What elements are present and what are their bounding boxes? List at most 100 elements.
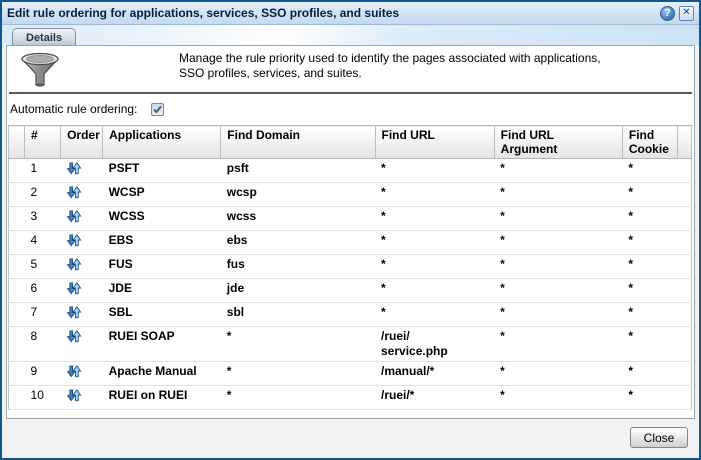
- automatic-rule-ordering-row: Automatic rule ordering:: [7, 94, 694, 124]
- rule-order-cell: [60, 302, 103, 327]
- rule-application: Apache Manual: [102, 361, 221, 386]
- tab-details[interactable]: Details: [12, 28, 77, 45]
- rule-application: SBL: [102, 302, 221, 327]
- column-header: Find URL Argument: [494, 125, 623, 159]
- rule-find-url-argument: *: [494, 326, 623, 362]
- table-row: 5 FUS fus * * *: [8, 254, 692, 279]
- reorder-up-down-icon[interactable]: [66, 329, 82, 344]
- row-edge-cell: [677, 158, 692, 183]
- rules-table: # Order Applications Find Domain Find URL Fin…: [8, 125, 693, 410]
- rule-number: 10: [24, 385, 61, 410]
- row-edge-cell: [677, 361, 692, 386]
- rule-number: 9: [24, 361, 61, 386]
- rule-order-cell: [60, 158, 103, 183]
- rule-application: WCSP: [102, 182, 221, 207]
- rule-find-url-argument: *: [494, 206, 623, 231]
- table-row: 10 RUEI on RUEI */ruei/* * *: [8, 385, 692, 410]
- row-edge-cell: [677, 182, 692, 207]
- rule-order-cell: [60, 182, 103, 207]
- rule-find-url: *: [375, 302, 495, 327]
- rule-number: 5: [24, 254, 61, 279]
- rule-find-cookie: *: [622, 254, 678, 279]
- funnel-icon: [19, 50, 61, 95]
- rule-find-domain: *: [220, 326, 375, 362]
- column-header: Find Cookie: [622, 125, 678, 159]
- rule-find-domain: *: [220, 385, 375, 410]
- rule-find-url: *: [375, 230, 495, 255]
- automatic-rule-ordering-label: Automatic rule ordering:: [10, 102, 138, 116]
- help-icon[interactable]: ?: [660, 5, 675, 21]
- table-row: 7 SBL sbl * * *: [8, 302, 692, 327]
- header-edge-cell: [677, 125, 693, 159]
- rule-find-url-argument: *: [494, 230, 623, 255]
- rule-order-cell: [60, 278, 103, 303]
- column-header: Order: [60, 125, 104, 159]
- reorder-up-down-icon[interactable]: [66, 257, 82, 272]
- row-edge-cell: [8, 302, 25, 327]
- close-button[interactable]: Close: [630, 427, 688, 448]
- rule-find-cookie: *: [622, 206, 678, 231]
- rule-find-domain: wcss: [220, 206, 375, 231]
- rule-find-domain: sbl: [220, 302, 375, 327]
- rule-application: WCSS: [102, 206, 221, 231]
- dialog-titlebar: Edit rule ordering for applications, ser…: [2, 2, 699, 25]
- rule-find-cookie: *: [622, 361, 678, 386]
- rule-number: 3: [24, 206, 61, 231]
- rule-number: 4: [24, 230, 61, 255]
- rule-find-url: *: [375, 254, 495, 279]
- rule-number: 1: [24, 158, 61, 183]
- row-edge-cell: [677, 206, 692, 231]
- row-edge-cell: [8, 278, 25, 303]
- details-panel: Manage the rule priority used to identif…: [6, 45, 695, 419]
- rule-number: 2: [24, 182, 61, 207]
- rule-application: RUEI SOAP: [102, 326, 221, 362]
- rule-find-url: /manual/*: [375, 361, 495, 386]
- rule-find-domain: fus: [220, 254, 375, 279]
- row-edge-cell: [677, 230, 692, 255]
- table-header-row: # Order Applications Find Domain Find URL Fin…: [8, 125, 693, 159]
- rule-find-cookie: *: [622, 158, 678, 183]
- rule-find-domain: *: [220, 361, 375, 386]
- rule-find-url: /ruei/ service.php: [375, 326, 495, 362]
- table-row: 1 PSFT psft * * *: [8, 158, 692, 183]
- rule-application: PSFT: [102, 158, 221, 183]
- reorder-up-down-icon[interactable]: [66, 281, 82, 296]
- rule-find-url: /ruei/*: [375, 385, 495, 410]
- rule-order-cell: [60, 326, 103, 362]
- rule-application: JDE: [102, 278, 221, 303]
- rule-number: 8: [24, 326, 61, 362]
- dialog-footer: Close: [2, 419, 699, 458]
- reorder-up-down-icon[interactable]: [66, 185, 82, 200]
- row-edge-cell: [8, 182, 25, 207]
- row-edge-cell: [677, 385, 692, 410]
- intro-section: Manage the rule priority used to identif…: [7, 46, 694, 92]
- rule-order-cell: [60, 385, 103, 410]
- rule-find-domain: psft: [220, 158, 375, 183]
- rule-number: 7: [24, 302, 61, 327]
- table-row: 2 WCSP wcsp * * *: [8, 182, 692, 207]
- row-edge-cell: [677, 302, 692, 327]
- rule-find-domain: jde: [220, 278, 375, 303]
- column-header: #: [24, 125, 62, 159]
- rule-find-url-argument: *: [494, 385, 623, 410]
- reorder-up-down-icon[interactable]: [66, 364, 82, 379]
- reorder-up-down-icon[interactable]: [66, 305, 82, 320]
- column-header: Find Domain: [220, 125, 376, 159]
- reorder-up-down-icon[interactable]: [66, 209, 82, 224]
- automatic-rule-ordering-checkbox[interactable]: [151, 102, 165, 116]
- table-row: 6 JDE jde * * *: [8, 278, 692, 303]
- rule-find-url: *: [375, 182, 495, 207]
- reorder-up-down-icon[interactable]: [66, 161, 82, 176]
- rule-application: EBS: [102, 230, 221, 255]
- close-icon[interactable]: ✕: [679, 5, 694, 21]
- dialog-title: Edit rule ordering for applications, ser…: [7, 6, 400, 20]
- row-edge-cell: [677, 326, 692, 362]
- rule-find-cookie: *: [622, 230, 678, 255]
- rule-order-cell: [60, 361, 103, 386]
- rule-find-url-argument: *: [494, 182, 623, 207]
- row-edge-cell: [677, 278, 692, 303]
- reorder-up-down-icon[interactable]: [66, 388, 82, 403]
- rule-find-cookie: *: [622, 385, 678, 410]
- reorder-up-down-icon[interactable]: [66, 233, 82, 248]
- rule-application: FUS: [102, 254, 221, 279]
